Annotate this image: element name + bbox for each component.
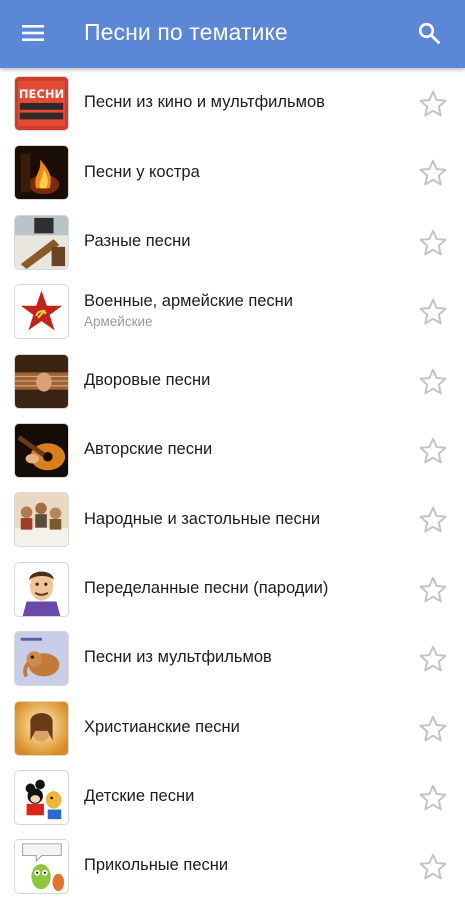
menu-icon [21, 23, 45, 48]
favorite-star-icon[interactable] [418, 158, 448, 188]
list-item[interactable]: Песни у костра [0, 137, 465, 206]
item-label: Переделанные песни (пародии) [84, 578, 329, 597]
thumbnail-yard-guitar [14, 353, 69, 409]
list-item[interactable]: Дворовые песни [0, 346, 465, 415]
search-button[interactable] [410, 16, 448, 54]
thumbnail-songs-from-movies: ПЕСНИ [14, 76, 69, 131]
thumbnail-funny-cartoon [14, 839, 69, 895]
favorite-star-icon[interactable] [418, 644, 448, 674]
list-item[interactable]: Разные песни [0, 207, 465, 276]
item-label: Прикольные песни [84, 856, 229, 875]
list-item[interactable]: ПЕСНИ Песни из кино и мультфильмов [0, 68, 465, 137]
thumbnail-christian [14, 700, 69, 756]
thumbnail-text: ПЕСНИ [19, 87, 64, 101]
menu-button[interactable] [14, 16, 52, 54]
thumbnail-parody-caricature [14, 561, 69, 617]
list-item[interactable]: Военные, армейские песни Армейские [0, 276, 465, 345]
item-label: Песни у костра [84, 162, 200, 181]
favorite-star-icon[interactable] [418, 852, 448, 882]
item-label: Песни из мультфильмов [84, 648, 272, 667]
favorite-star-icon[interactable] [418, 297, 448, 327]
list-item[interactable]: Песни из мультфильмов [0, 623, 465, 692]
list-item[interactable]: Христианские песни [0, 693, 465, 762]
thumbnail-campfire [14, 145, 69, 201]
thumbnail-various [14, 214, 69, 270]
item-label: Христианские песни [84, 717, 240, 736]
favorite-star-icon[interactable] [418, 89, 448, 119]
thumbnail-kids-cartoon [14, 769, 69, 825]
favorite-star-icon[interactable] [418, 228, 448, 258]
category-list: ПЕСНИ Песни из кино и мультфильмов Песни… [0, 68, 465, 900]
item-label: Детские песни [84, 787, 195, 806]
item-label: Дворовые песни [84, 370, 211, 389]
item-label: Авторские песни [84, 440, 213, 459]
thumbnail-cartoon-mammoth [14, 631, 69, 687]
app-bar: Песни по тематике [0, 0, 465, 68]
list-item[interactable]: Авторские песни [0, 415, 465, 484]
page-title: Песни по тематике [84, 19, 288, 45]
item-sublabel: Армейские [84, 314, 153, 330]
favorite-star-icon[interactable] [418, 367, 448, 397]
item-label: Разные песни [84, 231, 191, 250]
thumbnail-author-guitar [14, 422, 69, 478]
favorite-star-icon[interactable] [418, 436, 448, 466]
item-label: Народные и застольные песни [84, 509, 321, 528]
favorite-star-icon[interactable] [418, 575, 448, 605]
favorite-star-icon[interactable] [418, 505, 448, 535]
list-item[interactable]: Детские песни [0, 762, 465, 831]
item-label: Военные, армейские песни [84, 292, 294, 311]
favorite-star-icon[interactable] [418, 714, 448, 744]
search-icon [417, 21, 441, 50]
list-item[interactable]: Народные и застольные песни [0, 484, 465, 553]
thumbnail-folk-feast [14, 492, 69, 548]
item-label: Песни из кино и мультфильмов [84, 93, 325, 112]
favorite-star-icon[interactable] [418, 783, 448, 813]
list-item[interactable]: Прикольные песни [0, 831, 465, 900]
list-item[interactable]: Переделанные песни (пародии) [0, 554, 465, 623]
thumbnail-military-star [14, 284, 69, 340]
